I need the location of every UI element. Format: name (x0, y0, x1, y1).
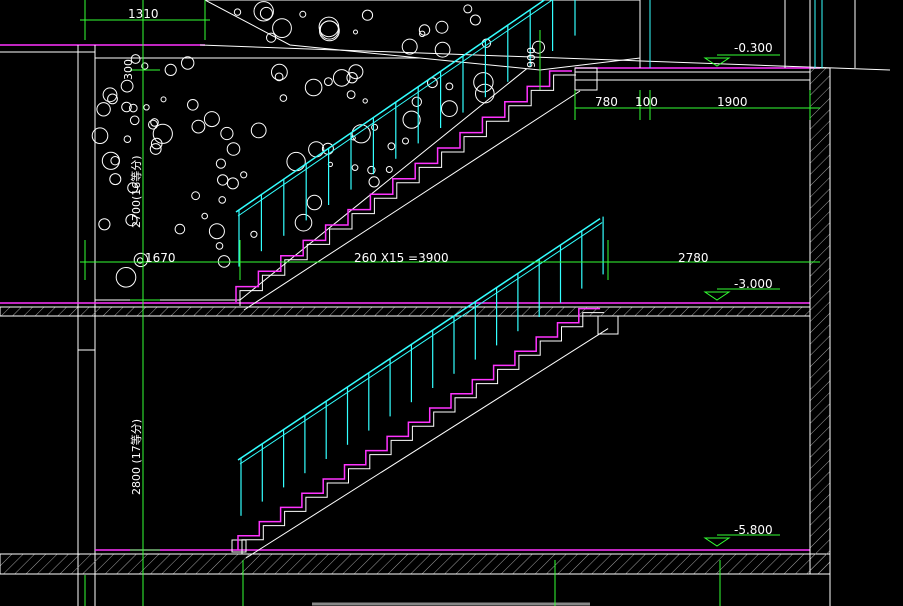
dim-rail-height: 900 (525, 47, 538, 68)
dim-right-landing: 2780 (678, 251, 709, 265)
level-top: -0.300 (734, 41, 773, 55)
dim-upper-height: 2700(16等分) (129, 155, 143, 228)
dim-left-landing: 1670 (145, 251, 176, 265)
level-bottom: -5.800 (734, 523, 773, 537)
dim-landing-offset: 300 (122, 59, 135, 80)
stair-section-drawing: 1310 1670 260 X15 =3900 2780 780 100 190… (0, 0, 903, 606)
dim-seg-c: 1900 (717, 95, 748, 109)
level-mid: -3.000 (734, 277, 773, 291)
dim-flight-run: 260 X15 =3900 (354, 251, 449, 265)
dim-seg-a: 780 (595, 95, 618, 109)
dim-top-width: 1310 (128, 7, 159, 21)
dim-lower-height: 2800 (17等分) (129, 419, 143, 495)
dim-seg-b: 100 (635, 95, 658, 109)
